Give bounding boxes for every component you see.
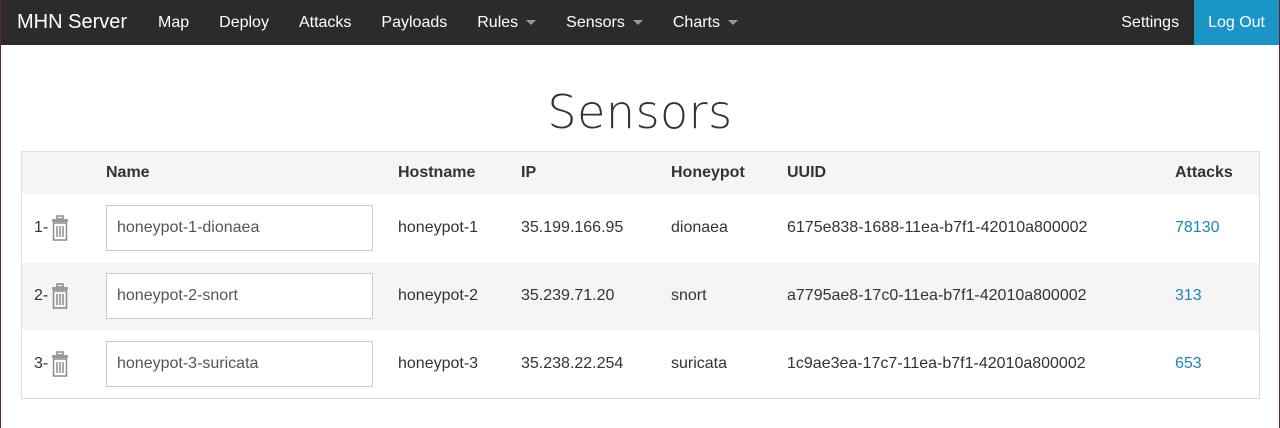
trash-icon[interactable] [50, 351, 70, 377]
nav-item-payloads[interactable]: Payloads [366, 0, 462, 45]
settings-link[interactable]: Settings [1106, 0, 1194, 45]
honeypot-cell: suricata [671, 355, 728, 373]
attacks-count-link[interactable]: 653 [1175, 355, 1202, 372]
table-row: 3- honeypot-3 35.238.22.254 suricata 1c9… [22, 330, 1259, 398]
chevron-down-icon [526, 20, 537, 25]
nav-item-label: Deploy [219, 13, 269, 31]
header-index [22, 152, 106, 194]
hostname-cell: honeypot-1 [398, 219, 479, 236]
brand-link[interactable]: MHN Server [1, 0, 143, 45]
nav-item-label: Attacks [298, 13, 352, 31]
nav-menu: Map Deploy Attacks Payloads Rules Sensor… [143, 0, 753, 45]
chevron-down-icon [727, 20, 738, 25]
nav-item-charts[interactable]: Charts [658, 0, 753, 45]
sensor-name-input[interactable] [106, 205, 373, 251]
ip-cell: 35.238.22.254 [521, 355, 624, 373]
attacks-count-link[interactable]: 78130 [1175, 219, 1220, 236]
nav-item-label: Charts [672, 13, 720, 31]
nav-item-attacks[interactable]: Attacks [284, 0, 366, 45]
header-honeypot: Honeypot [671, 163, 745, 181]
row-index: 3- [34, 355, 49, 373]
nav-item-rules[interactable]: Rules [462, 0, 551, 45]
nav-item-label: Map [158, 13, 190, 31]
ip-cell: 35.239.71.20 [521, 287, 615, 304]
page-title: Sensors [547, 85, 733, 139]
nav-item-map[interactable]: Map [143, 0, 204, 45]
sensors-table: Name Hostname IP Honeypot UUID Attacks 1… [22, 152, 1259, 398]
table-row: 1- honeypot-1 35.199.166.95 dionaea 6175… [22, 194, 1259, 262]
honeypot-cell: snort [671, 287, 707, 304]
uuid-cell: a7795ae8-17c0-11ea-b7f1-42010a800002 [787, 287, 1087, 304]
honeypot-cell: dionaea [671, 219, 728, 236]
uuid-cell: 6175e838-1688-11ea-b7f1-42010a800002 [787, 219, 1088, 236]
top-navbar: MHN Server Map Deploy Attacks Payloads R… [1, 0, 1279, 45]
nav-right: Settings Log Out [1106, 0, 1279, 45]
sensor-name-input[interactable] [106, 341, 373, 388]
logout-label: Log Out [1208, 13, 1265, 31]
ip-cell: 35.199.166.95 [521, 219, 624, 236]
trash-icon[interactable] [50, 215, 70, 241]
header-hostname: Hostname [398, 163, 476, 181]
nav-item-label: Sensors [566, 13, 625, 31]
trash-icon[interactable] [50, 283, 70, 309]
row-index: 2- [34, 287, 49, 304]
row-index: 1- [34, 219, 49, 236]
table-header-row: Name Hostname IP Honeypot UUID Attacks [22, 152, 1259, 194]
settings-label: Settings [1121, 13, 1180, 31]
header-name: Name [106, 163, 150, 181]
header-ip: IP [521, 163, 537, 181]
sensors-table-container: Name Hostname IP Honeypot UUID Attacks 1… [21, 151, 1260, 399]
table-row: 2- honeypot-2 35.239.71.20 snort a7795ae… [22, 262, 1259, 330]
sensor-name-input[interactable] [106, 273, 373, 319]
hostname-cell: honeypot-3 [398, 355, 479, 373]
nav-item-label: Rules [477, 13, 519, 31]
nav-item-sensors[interactable]: Sensors [551, 0, 658, 45]
header-attacks: Attacks [1175, 163, 1233, 181]
hostname-cell: honeypot-2 [398, 287, 479, 304]
logout-button[interactable]: Log Out [1194, 0, 1279, 45]
header-uuid: UUID [787, 163, 827, 181]
nav-item-label: Payloads [381, 13, 448, 31]
attacks-count-link[interactable]: 313 [1175, 287, 1202, 304]
chevron-down-icon [632, 20, 643, 25]
uuid-cell: 1c9ae3ea-17c7-11ea-b7f1-42010a800002 [787, 355, 1086, 373]
nav-item-deploy[interactable]: Deploy [204, 0, 284, 45]
